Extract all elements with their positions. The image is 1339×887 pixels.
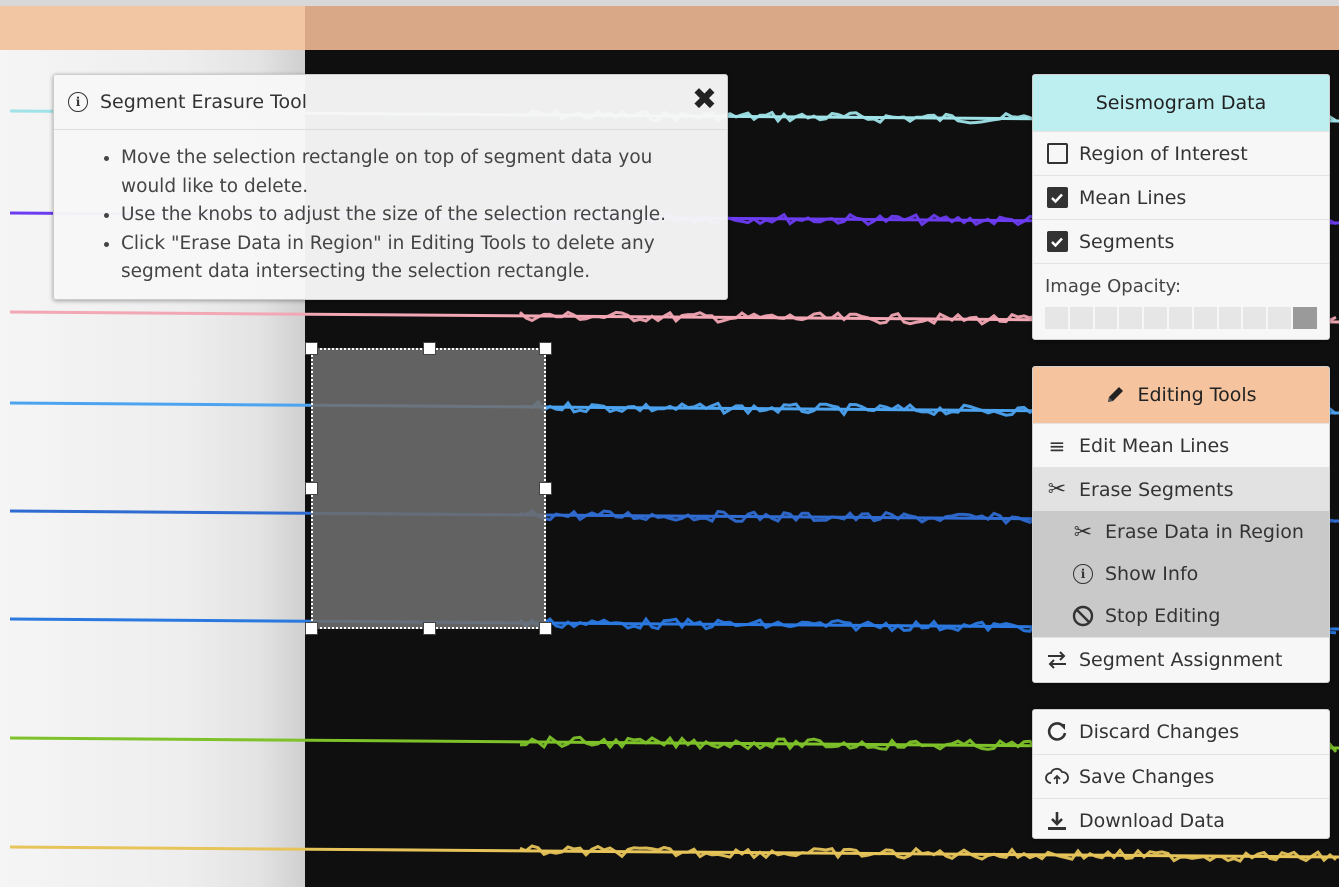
- resize-knob-bottom-left[interactable]: [305, 622, 318, 635]
- stop-editing-label: Stop Editing: [1105, 605, 1221, 627]
- close-icon[interactable]: ✖: [692, 85, 717, 115]
- opacity-slider-thumb[interactable]: [1292, 307, 1317, 329]
- resize-knob-top[interactable]: [423, 342, 436, 355]
- redo-icon: [1045, 721, 1069, 743]
- resize-knob-right[interactable]: [539, 482, 552, 495]
- segments-label: Segments: [1079, 230, 1175, 253]
- bars-icon: ≡: [1048, 433, 1066, 458]
- info-bullet: Use the knobs to adjust the size of the …: [121, 201, 697, 230]
- save-changes-label: Save Changes: [1079, 765, 1215, 788]
- download-data-label: Download Data: [1079, 809, 1225, 832]
- exchange-icon: [1045, 649, 1069, 671]
- discard-changes-button[interactable]: Discard Changes: [1033, 710, 1329, 754]
- top-bar: [0, 0, 1339, 50]
- selection-rectangle[interactable]: [305, 342, 552, 635]
- toggle-mean-lines[interactable]: Mean Lines: [1033, 175, 1329, 219]
- ban-icon: [1071, 605, 1095, 627]
- checkbox-checked-icon[interactable]: [1046, 231, 1068, 252]
- download-data-button[interactable]: Download Data: [1033, 798, 1329, 838]
- discard-changes-label: Discard Changes: [1079, 721, 1240, 743]
- stop-editing-button[interactable]: Stop Editing: [1033, 595, 1329, 637]
- download-icon: [1045, 810, 1069, 832]
- checkbox-checked-icon[interactable]: [1046, 187, 1068, 208]
- actions-panel: Discard Changes Save Changes Download Da…: [1032, 709, 1330, 839]
- erase-segments-button[interactable]: ✂ Erase Segments: [1033, 467, 1329, 511]
- editing-tools-panel: Editing Tools ≡ Edit Mean Lines ✂ Erase …: [1032, 366, 1330, 683]
- editing-tools-title: Editing Tools: [1137, 384, 1257, 406]
- erase-data-in-region-button[interactable]: ✂ Erase Data in Region: [1033, 511, 1329, 553]
- mean-lines-label: Mean Lines: [1079, 186, 1187, 209]
- resize-knob-left[interactable]: [305, 482, 318, 495]
- erase-data-in-region-label: Erase Data in Region: [1105, 521, 1304, 543]
- resize-knob-top-right[interactable]: [539, 342, 552, 355]
- seismogram-data-panel: Seismogram Data Region of Interest Mean …: [1032, 74, 1330, 340]
- checkbox-unchecked-icon[interactable]: [1046, 143, 1068, 164]
- edit-mean-lines-button[interactable]: ≡ Edit Mean Lines: [1033, 423, 1329, 467]
- info-bullet-list: Move the selection rectangle on top of s…: [54, 130, 727, 287]
- cloud-upload-icon: [1045, 767, 1069, 787]
- info-panel-header: i Segment Erasure Tool: [54, 75, 727, 130]
- pencil-icon: [1108, 387, 1124, 402]
- resize-knob-bottom-right[interactable]: [539, 622, 552, 635]
- erase-segments-submenu: ✂ Erase Data in Region i Show Info Stop …: [1033, 511, 1329, 637]
- region-of-interest-label: Region of Interest: [1079, 142, 1248, 165]
- top-bar-shaded: [305, 6, 1339, 50]
- image-opacity-label: Image Opacity:: [1033, 263, 1329, 301]
- scissors-icon: ✂: [1073, 519, 1093, 545]
- segment-assignment-button[interactable]: Segment Assignment: [1033, 637, 1329, 681]
- seismogram-data-header: Seismogram Data: [1033, 75, 1329, 131]
- info-circle-icon: i: [1073, 564, 1093, 584]
- info-bullet: Click "Erase Data in Region" in Editing …: [121, 230, 697, 287]
- image-opacity-slider[interactable]: [1045, 307, 1317, 329]
- show-info-button[interactable]: i Show Info: [1033, 553, 1329, 595]
- edit-mean-lines-label: Edit Mean Lines: [1079, 434, 1230, 457]
- editing-tools-header: Editing Tools: [1033, 367, 1329, 423]
- toggle-region-of-interest[interactable]: Region of Interest: [1033, 131, 1329, 175]
- save-changes-button[interactable]: Save Changes: [1033, 754, 1329, 798]
- info-panel-title: Segment Erasure Tool: [100, 91, 307, 113]
- toggle-segments[interactable]: Segments: [1033, 219, 1329, 263]
- segment-trace: [519, 844, 1337, 863]
- segment-erasure-info-panel: i Segment Erasure Tool ✖ Move the select…: [53, 74, 728, 300]
- info-circle-icon: i: [68, 92, 88, 112]
- show-info-label: Show Info: [1105, 563, 1199, 585]
- segment-assignment-label: Segment Assignment: [1079, 648, 1283, 671]
- info-bullet: Move the selection rectangle on top of s…: [121, 144, 697, 201]
- resize-knob-top-left[interactable]: [305, 342, 318, 355]
- scissors-icon: ✂: [1047, 477, 1067, 502]
- erase-segments-label: Erase Segments: [1079, 478, 1234, 501]
- resize-knob-bottom[interactable]: [423, 622, 436, 635]
